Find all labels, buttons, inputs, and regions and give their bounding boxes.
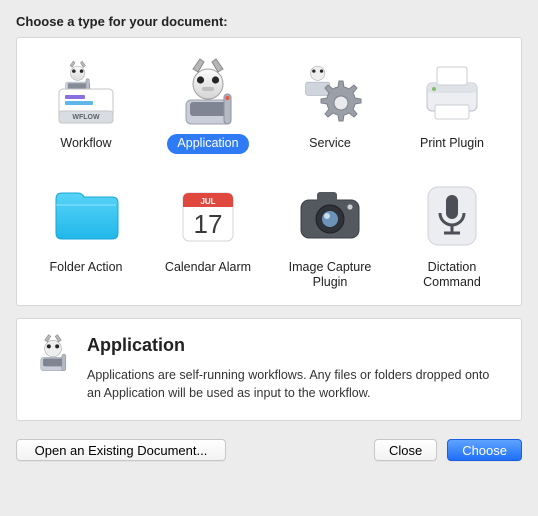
type-label: Calendar Alarm <box>155 258 261 278</box>
printer-icon <box>416 56 488 128</box>
svg-text:JUL: JUL <box>200 197 215 206</box>
detail-description: Applications are self-running workflows.… <box>87 366 505 402</box>
detail-panel: Application Applications are self-runnin… <box>16 318 522 421</box>
camera-icon <box>294 180 366 252</box>
type-item-print-plugin[interactable]: Print Plugin <box>397 56 507 154</box>
svg-text:WFLOW: WFLOW <box>72 114 100 121</box>
dialog-heading: Choose a type for your document: <box>16 14 522 29</box>
type-item-image-capture-plugin[interactable]: Image Capture Plugin <box>275 180 385 293</box>
type-label: Print Plugin <box>410 134 494 154</box>
microphone-icon <box>416 180 488 252</box>
detail-application-icon <box>33 333 73 373</box>
type-label: Application <box>167 134 248 154</box>
close-button[interactable]: Close <box>374 439 437 461</box>
type-item-calendar-alarm[interactable]: JUL 17 Calendar Alarm <box>153 180 263 293</box>
service-icon <box>294 56 366 128</box>
type-label: Workflow <box>50 134 121 154</box>
detail-title: Application <box>87 335 505 356</box>
type-label: Dictation Command <box>397 258 507 293</box>
type-item-workflow[interactable]: WFLOW Workflow <box>31 56 141 154</box>
button-bar: Open an Existing Document... Close Choos… <box>16 439 522 461</box>
type-label: Service <box>299 134 361 154</box>
workflow-icon: WFLOW <box>50 56 122 128</box>
type-item-service[interactable]: Service <box>275 56 385 154</box>
application-icon <box>172 56 244 128</box>
choose-button[interactable]: Choose <box>447 439 522 461</box>
calendar-icon: JUL 17 <box>172 180 244 252</box>
type-label: Folder Action <box>40 258 133 278</box>
type-grid-container: WFLOW Workflow <box>16 37 522 306</box>
type-item-application[interactable]: Application <box>153 56 263 154</box>
type-item-folder-action[interactable]: Folder Action <box>31 180 141 293</box>
svg-text:17: 17 <box>194 209 223 239</box>
open-existing-button[interactable]: Open an Existing Document... <box>16 439 226 461</box>
folder-icon <box>50 180 122 252</box>
type-grid: WFLOW Workflow <box>27 56 511 293</box>
type-label: Image Capture Plugin <box>275 258 385 293</box>
type-item-dictation-command[interactable]: Dictation Command <box>397 180 507 293</box>
detail-text: Application Applications are self-runnin… <box>87 333 505 402</box>
